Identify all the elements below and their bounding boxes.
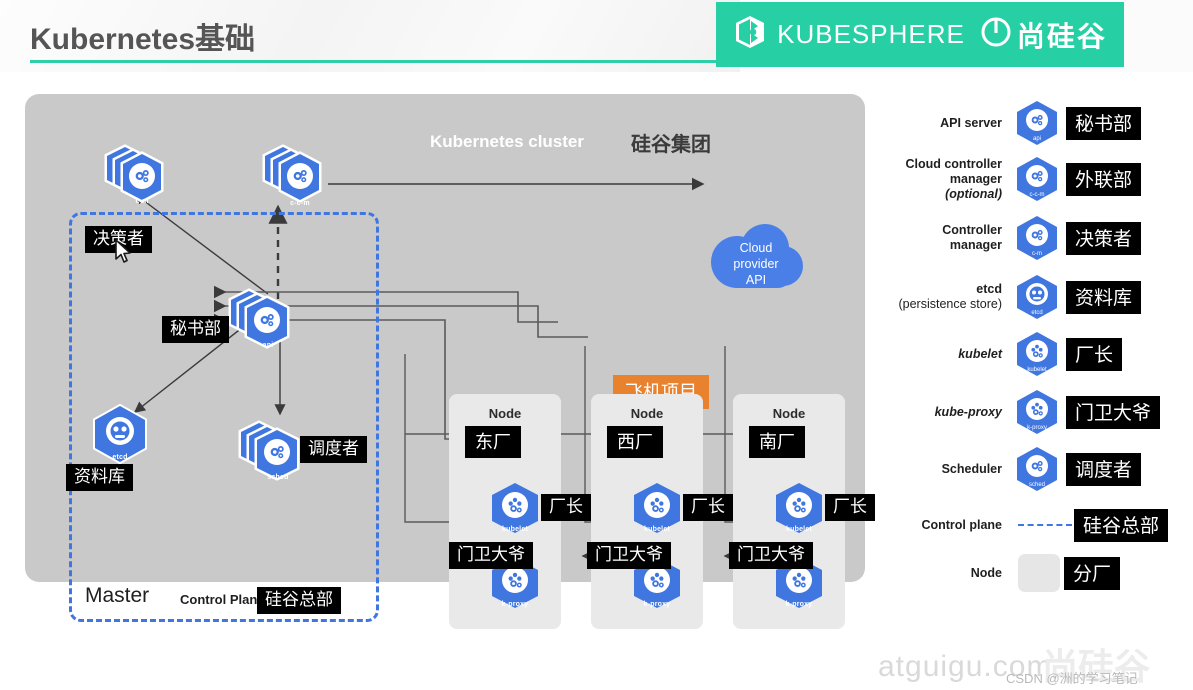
legend-label-controller-manager: Controller manager	[880, 223, 1012, 253]
atguigu-wordmark: 尚硅谷	[1016, 20, 1107, 52]
legend-tag-control-plane: 硅谷总部	[1074, 508, 1169, 542]
legend-row-kubelet: kubelet kubelet 厂长	[880, 327, 1193, 381]
tag-scheduler: 调度者	[300, 436, 367, 464]
legend-tag-kubelet: 厂长	[1066, 337, 1123, 371]
control-plane-label: Control Plane	[180, 592, 265, 607]
tag-api-server: 秘书部	[162, 316, 229, 344]
svg-text:kubelet: kubelet	[1027, 367, 1047, 373]
node-tag-1: 东厂	[465, 426, 521, 458]
legend-row-control-plane: Control plane 硅谷总部	[880, 498, 1193, 552]
legend-label-optional: (optional)	[945, 186, 1002, 201]
legend-label-control-plane: Control plane	[921, 517, 1002, 532]
cluster-title: Kubernetes cluster	[430, 132, 584, 151]
legend-tag-kube-proxy: 门卫大爷	[1066, 395, 1161, 429]
svg-text:c-c-m: c-c-m	[1030, 192, 1045, 198]
kubernetes-cluster-panel: Kubernetes cluster 硅谷集团 c-m 决策者 c-c-m ap…	[25, 94, 875, 629]
page-header: Kubernetes基础 KUBESPHERE 尚硅谷	[0, 0, 1193, 72]
legend-icon-kubelet[interactable]: kubelet	[1012, 329, 1062, 379]
legend-tag-controller-manager: 决策者	[1066, 221, 1142, 255]
legend-icon-k-proxy[interactable]: k-proxy	[1012, 387, 1062, 437]
legend-label-line-2: manager	[949, 238, 1002, 252]
legend-icon-sched[interactable]: sched	[1012, 444, 1062, 494]
legend-tag-cloud-controller-manager: 外联部	[1066, 162, 1142, 196]
kubesphere-logo-icon	[733, 15, 767, 54]
legend-label-line-1: etcd	[976, 282, 1002, 296]
legend-label-scheduler: Scheduler	[941, 461, 1002, 476]
svg-text:api: api	[1033, 136, 1041, 142]
api-server-icon[interactable]: api	[223, 282, 305, 364]
legend-label-line-2: (persistence store)	[898, 297, 1002, 311]
legend-label-etcd: etcd (persistence store)	[880, 282, 1012, 312]
node-word-1: Node	[488, 406, 522, 421]
cloud-line-2: provider	[733, 257, 779, 271]
master-label: Master	[85, 584, 150, 607]
kubesphere-logo: KUBESPHERE	[733, 15, 965, 54]
legend-row-etcd: etcd (persistence store) etcd 资料库	[880, 270, 1193, 324]
kubelet-tag-2: 厂长	[683, 494, 733, 522]
kubelet-icon-1[interactable]: kubelet	[487, 479, 543, 535]
node-tag-2: 西厂	[607, 426, 663, 458]
node-swatch-icon	[1018, 554, 1060, 592]
slide-body: Kubernetes cluster 硅谷集团 c-m 决策者 c-c-m ap…	[0, 72, 1193, 687]
legend-tag-node: 分厂	[1064, 556, 1121, 590]
legend-label-node: Node	[970, 565, 1002, 580]
svg-text:c-m: c-m	[1032, 251, 1042, 257]
atguigu-power-icon	[981, 17, 1011, 52]
legend-row-scheduler: Scheduler sched 调度者	[880, 442, 1193, 496]
legend-label-line-2: manager	[949, 171, 1002, 186]
kubesphere-wordmark: KUBESPHERE	[777, 19, 965, 49]
legend-icon-c-c-m[interactable]: c-c-m	[1012, 154, 1062, 204]
kubelet-icon-3[interactable]: kubelet	[771, 479, 827, 535]
legend-tag-scheduler: 调度者	[1066, 452, 1142, 486]
legend-tag-etcd: 资料库	[1066, 280, 1142, 314]
legend-icon-api[interactable]: api	[1012, 98, 1062, 148]
mouse-cursor	[115, 239, 133, 265]
control-plane-dash-icon	[1018, 524, 1072, 526]
watermark-csdn: CSDN @洲的学习笔记	[1006, 671, 1138, 686]
legend-row-kube-proxy: kube-proxy k-proxy 门卫大爷	[880, 385, 1193, 439]
brand-bar: KUBESPHERE 尚硅谷	[716, 2, 1124, 67]
legend-label-line-1: Cloud controller	[905, 156, 1002, 171]
cloud-line-3: API	[745, 273, 767, 287]
kubelet-icon-2[interactable]: kubelet	[629, 479, 685, 535]
legend-tag-api-server: 秘书部	[1066, 106, 1142, 140]
node-word-3: Node	[772, 406, 806, 421]
cloud-controller-manager-icon[interactable]: c-c-m	[251, 136, 333, 218]
svg-text:sched: sched	[1029, 482, 1045, 488]
legend-label-api-server: API server	[940, 115, 1002, 130]
legend-row-cloud-controller-manager: Cloud controller manager (optional) c-c-…	[880, 152, 1193, 206]
page-title: Kubernetes基础	[30, 23, 256, 56]
kube-proxy-tag-2: 门卫大爷	[587, 542, 671, 570]
legend: API server api 秘书部 Cloud controller mana…	[880, 94, 1193, 614]
atguigu-logo: 尚硅谷	[981, 15, 1107, 55]
tag-control-plane: 硅谷总部	[257, 587, 341, 615]
legend-icon-etcd[interactable]: etcd	[1012, 272, 1062, 322]
kube-proxy-tag-3: 门卫大爷	[729, 542, 813, 570]
legend-label-kubelet: kubelet	[958, 346, 1002, 361]
legend-icon-c-m[interactable]: c-m	[1012, 213, 1062, 263]
cloud-line-1: Cloud	[739, 241, 773, 255]
etcd-icon[interactable]: etcd	[89, 402, 151, 464]
node-word-2: Node	[630, 406, 664, 421]
legend-row-api-server: API server api 秘书部	[880, 96, 1193, 150]
cloud-provider-api-label: Cloud provider API	[707, 240, 805, 288]
svg-text:etcd: etcd	[1031, 310, 1042, 316]
legend-label-cloud-controller-manager: Cloud controller manager (optional)	[880, 157, 1012, 202]
controller-manager-icon[interactable]: c-m	[93, 136, 175, 218]
legend-row-node: Node 分厂	[880, 546, 1193, 600]
legend-label-kube-proxy: kube-proxy	[934, 404, 1002, 419]
node-tag-3: 南厂	[749, 426, 805, 458]
cluster-title-cn: 硅谷集团	[631, 134, 711, 156]
kubelet-tag-3: 厂长	[825, 494, 875, 522]
svg-text:k-proxy: k-proxy	[1027, 425, 1047, 431]
cloud-provider-api: Cloud provider API	[707, 222, 805, 300]
legend-row-controller-manager: Controller manager c-m 决策者	[880, 211, 1193, 265]
kubelet-tag-1: 厂长	[541, 494, 591, 522]
kube-proxy-tag-1: 门卫大爷	[449, 542, 533, 570]
legend-label-line-1: Controller	[942, 223, 1002, 237]
tag-etcd: 资料库	[66, 464, 133, 492]
